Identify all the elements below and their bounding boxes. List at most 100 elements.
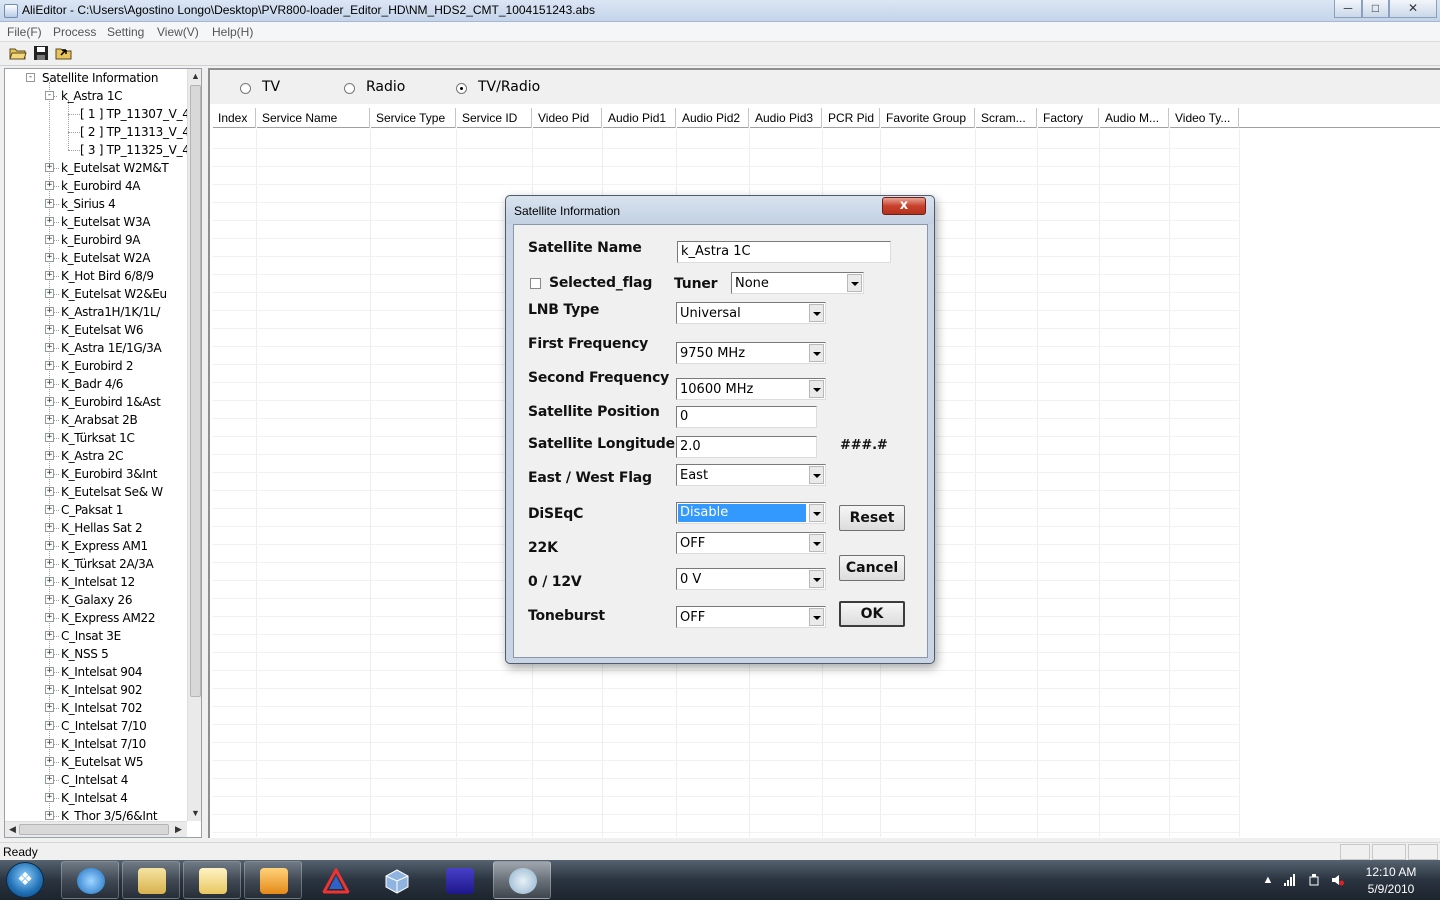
tree-transponder[interactable]: [ 1 ] TP_11307_V_49: [80, 105, 197, 123]
menu-setting[interactable]: Setting: [107, 25, 144, 39]
satellite-position-field[interactable]: 0: [676, 406, 817, 428]
taskbar-internet-explorer[interactable]: [61, 861, 119, 899]
expand-toggle-icon[interactable]: +: [45, 433, 54, 442]
column-header[interactable]: Scram...: [975, 108, 1037, 128]
tree-satellite[interactable]: K_Intelsat 904: [61, 663, 143, 681]
taskbar-virtualbox[interactable]: [367, 861, 425, 899]
column-header[interactable]: Factory: [1037, 108, 1099, 128]
tree-satellite[interactable]: K_Galaxy 26: [61, 591, 133, 609]
expand-toggle-icon[interactable]: +: [45, 757, 54, 766]
column-header[interactable]: Favorite Group: [880, 108, 975, 128]
open-folder-icon[interactable]: [9, 45, 27, 62]
expand-toggle-icon[interactable]: +: [45, 649, 54, 658]
tree-satellite[interactable]: K_Hellas Sat 2: [61, 519, 143, 537]
tree-satellite[interactable]: k_Eutelsat W2M&T: [61, 159, 169, 177]
tree-satellite-expanded[interactable]: k_Astra 1C: [61, 87, 123, 105]
expand-toggle-icon[interactable]: +: [45, 253, 54, 262]
expand-toggle-icon[interactable]: +: [45, 343, 54, 352]
scroll-right-arrow-icon[interactable]: ▶: [171, 824, 186, 835]
radio-tv[interactable]: TV: [240, 79, 300, 99]
close-button[interactable]: ✕: [1389, 0, 1437, 18]
expand-toggle-icon[interactable]: +: [45, 739, 54, 748]
dropdown-arrow-icon[interactable]: [809, 344, 824, 362]
expand-toggle-icon[interactable]: +: [45, 793, 54, 802]
menu-help[interactable]: Help(H): [212, 25, 253, 39]
tree-hscroll-thumb[interactable]: [19, 824, 169, 835]
taskbar-media-player[interactable]: [244, 861, 302, 899]
expand-toggle-icon[interactable]: +: [45, 613, 54, 622]
menu-process[interactable]: Process: [53, 25, 96, 39]
tuner-select[interactable]: None: [731, 272, 864, 294]
tree-satellite[interactable]: K_Eurobird 1&Ast: [61, 393, 161, 411]
network-signal-icon[interactable]: [1284, 874, 1296, 886]
expand-toggle-icon[interactable]: +: [45, 397, 54, 406]
power-icon[interactable]: [1308, 874, 1320, 886]
tree-satellite[interactable]: K_Intelsat 12: [61, 573, 135, 591]
tree-satellite[interactable]: k_Sirius 4: [61, 195, 116, 213]
column-header[interactable]: Service ID: [456, 108, 532, 128]
expand-toggle-icon[interactable]: +: [45, 325, 54, 334]
ok-button[interactable]: OK: [839, 601, 905, 627]
tree-satellite[interactable]: k_Eurobird 9A: [61, 231, 141, 249]
tree-satellite[interactable]: k_Eurobird 4A: [61, 177, 141, 195]
selected-flag-checkbox[interactable]: [530, 278, 541, 289]
tree-satellite[interactable]: K_Astra1H/1K/1L/: [61, 303, 160, 321]
minimize-button[interactable]: ─: [1334, 0, 1362, 18]
tree-satellite[interactable]: C_Paksat 1: [61, 501, 123, 519]
second-frequency-select[interactable]: 10600 MHz: [676, 378, 826, 400]
tree-horizontal-scrollbar[interactable]: ◀ ▶: [5, 821, 187, 837]
column-header[interactable]: Audio Pid2: [676, 108, 749, 128]
start-button[interactable]: ❖: [6, 862, 44, 898]
save-disk-icon[interactable]: [32, 45, 50, 62]
expand-toggle-icon[interactable]: +: [45, 721, 54, 730]
expand-toggle-icon[interactable]: +: [45, 271, 54, 280]
tree-satellite[interactable]: K_Badr 4/6: [61, 375, 123, 393]
scroll-down-arrow-icon[interactable]: ▼: [188, 808, 201, 818]
column-header[interactable]: Service Type: [370, 108, 456, 128]
expand-toggle-icon[interactable]: +: [45, 541, 54, 550]
tree-satellite[interactable]: K_Türksat 1C: [61, 429, 135, 447]
dropdown-arrow-icon[interactable]: [809, 380, 824, 398]
expand-toggle-icon[interactable]: +: [45, 307, 54, 316]
expand-toggle-icon[interactable]: +: [45, 577, 54, 586]
expand-toggle-icon[interactable]: +: [45, 685, 54, 694]
tree-satellite[interactable]: k_Eutelsat W2A: [61, 249, 151, 267]
expand-toggle-icon[interactable]: +: [45, 415, 54, 424]
tree-satellite[interactable]: K_Arabsat 2B: [61, 411, 138, 429]
dropdown-arrow-icon[interactable]: [809, 466, 824, 484]
012v-select[interactable]: 0 V: [676, 568, 826, 590]
taskbar-mail-folder[interactable]: [183, 861, 241, 899]
expand-toggle-icon[interactable]: +: [45, 775, 54, 784]
expand-toggle-icon[interactable]: +: [45, 559, 54, 568]
toneburst-select[interactable]: OFF: [676, 606, 826, 628]
tree-satellite[interactable]: K_Astra 2C: [61, 447, 123, 465]
column-header[interactable]: Index: [212, 108, 256, 128]
tree-satellite[interactable]: K_Eutelsat W2&Eu: [61, 285, 167, 303]
expand-toggle-icon[interactable]: +: [45, 181, 54, 190]
column-header[interactable]: Service Name: [256, 108, 370, 128]
expand-toggle-icon[interactable]: +: [45, 361, 54, 370]
dropdown-arrow-icon[interactable]: [847, 274, 862, 292]
tree-satellite[interactable]: K_Express AM1: [61, 537, 148, 555]
satellite-longitude-field[interactable]: 2.0: [676, 436, 817, 458]
clock-time[interactable]: 12:10 AM: [1356, 865, 1426, 879]
volume-muted-icon[interactable]: [1332, 874, 1344, 886]
expand-toggle-icon[interactable]: +: [45, 163, 54, 172]
22k-select[interactable]: OFF: [676, 532, 826, 554]
column-header[interactable]: Video Pid: [532, 108, 602, 128]
tree-satellite[interactable]: C_Insat 3E: [61, 627, 121, 645]
clock-date[interactable]: 5/9/2010: [1356, 882, 1426, 896]
expand-toggle-icon[interactable]: +: [45, 703, 54, 712]
tree-satellite[interactable]: K_Eutelsat W5: [61, 753, 144, 771]
expand-toggle-icon[interactable]: +: [45, 667, 54, 676]
dropdown-arrow-icon[interactable]: [809, 504, 824, 522]
expand-toggle-icon[interactable]: +: [45, 811, 54, 820]
dropdown-arrow-icon[interactable]: [809, 304, 824, 322]
expand-toggle-icon[interactable]: +: [45, 487, 54, 496]
tree-scroll-thumb[interactable]: [190, 85, 201, 697]
menu-file[interactable]: File(F): [7, 25, 42, 39]
tree-satellite[interactable]: k_Eutelsat W3A: [61, 213, 151, 231]
tree-transponder[interactable]: [ 2 ] TP_11313_V_49: [80, 123, 197, 141]
scroll-left-arrow-icon[interactable]: ◀: [5, 824, 20, 835]
expand-toggle-icon[interactable]: +: [45, 451, 54, 460]
